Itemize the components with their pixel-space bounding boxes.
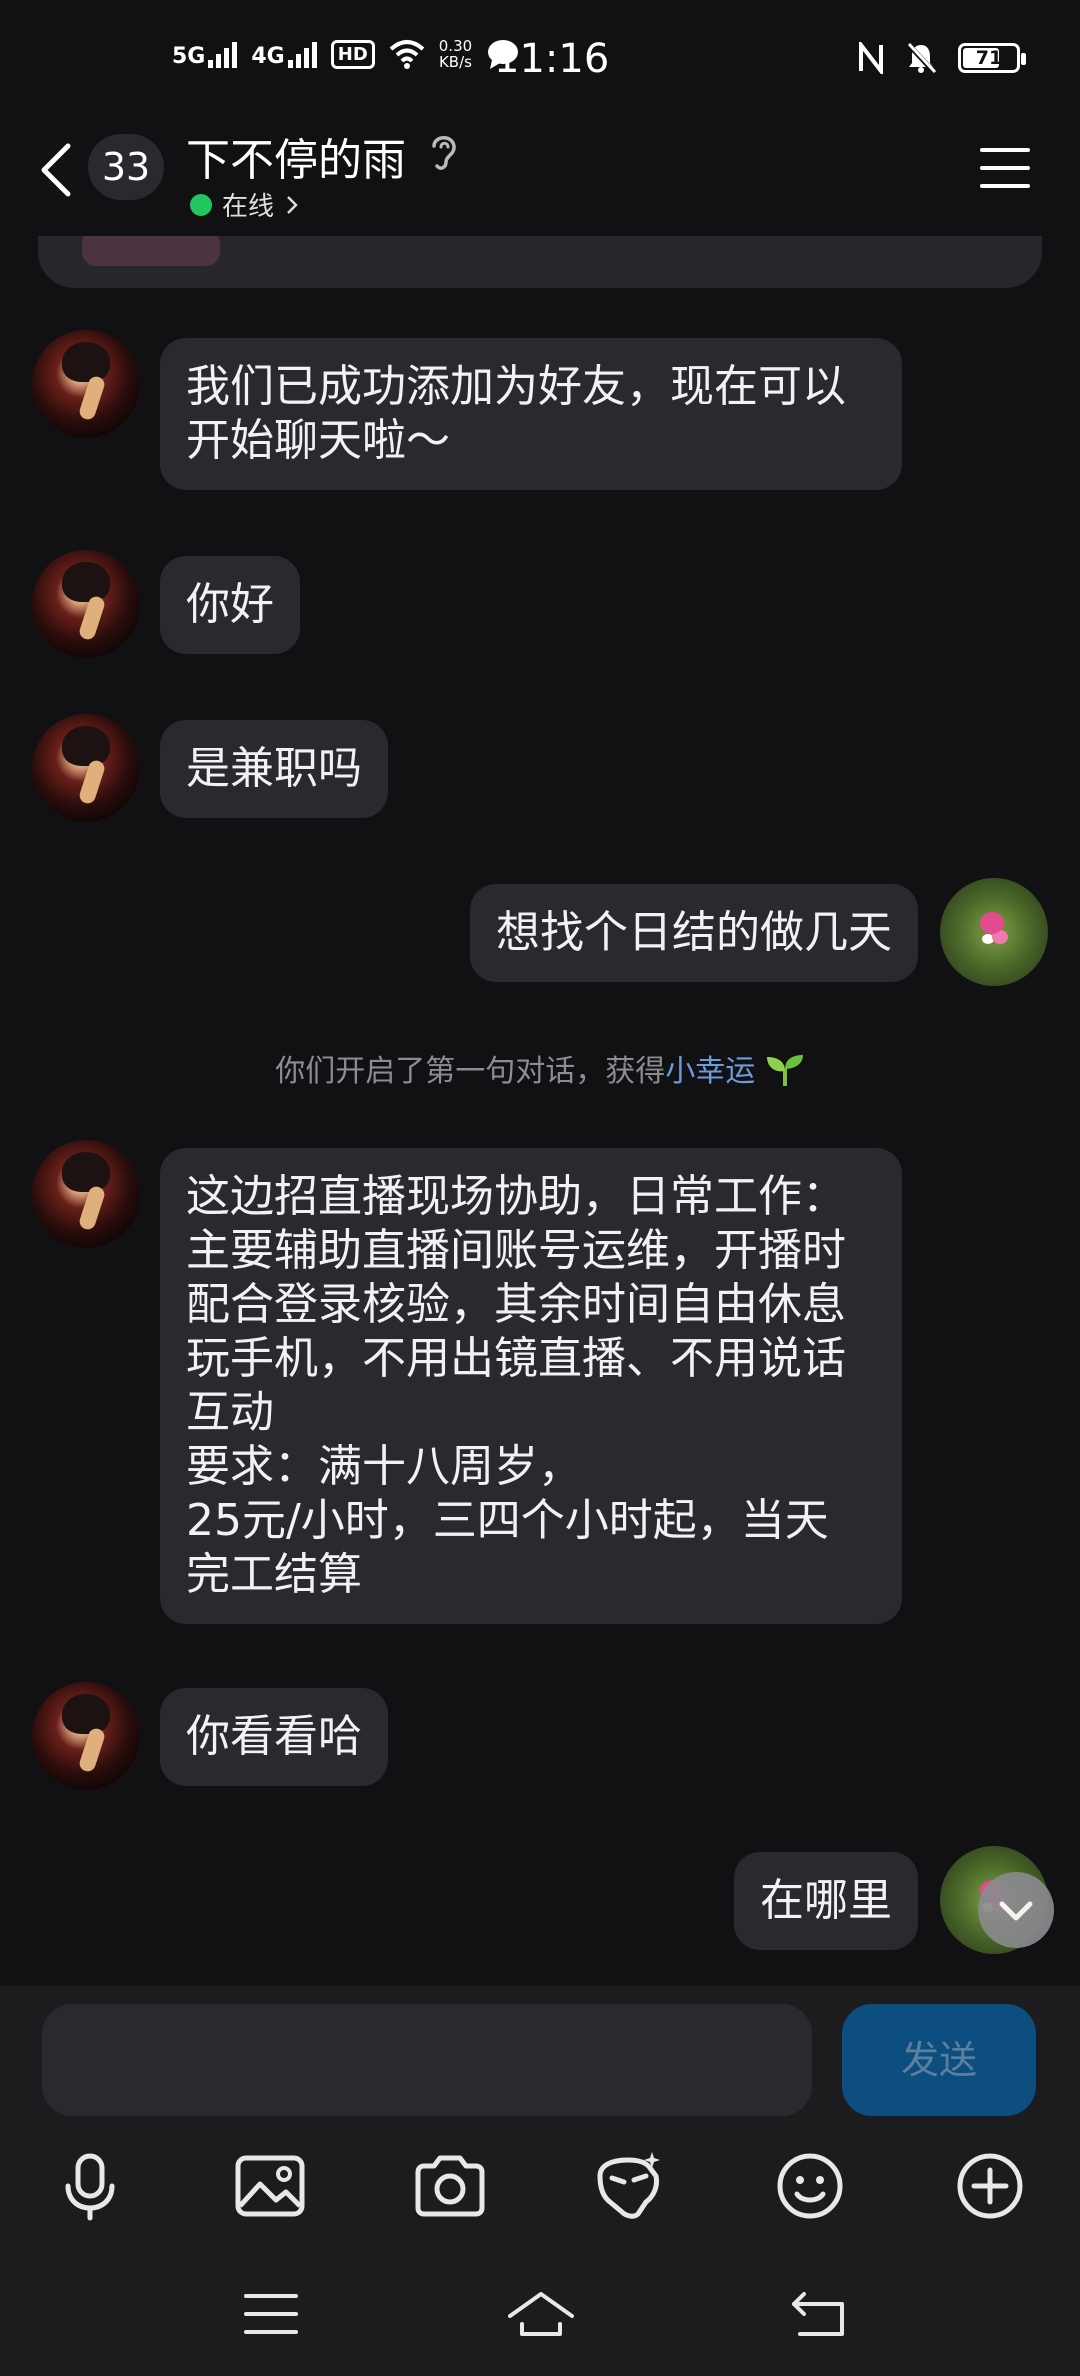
signal-bars-icon xyxy=(208,40,238,68)
plus-icon[interactable] xyxy=(950,2146,1030,2226)
my-message-bubble[interactable]: 在哪里 xyxy=(734,1852,918,1950)
message-bubble[interactable]: 你看看哈 xyxy=(160,1688,388,1786)
sticker-icon[interactable] xyxy=(588,2146,668,2226)
mute-bell-icon xyxy=(906,42,936,74)
signal-4g: 4G xyxy=(251,40,317,69)
nfc-icon xyxy=(859,42,883,74)
online-status[interactable]: 在线 xyxy=(190,186,300,223)
status-right: 71 xyxy=(858,42,1026,74)
menu-line xyxy=(980,166,1030,170)
my-avatar[interactable] xyxy=(940,878,1048,986)
speed-unit: KB/s xyxy=(438,53,472,71)
composer: 发送 xyxy=(0,1986,1080,2376)
message-bubble[interactable]: 是兼职吗 xyxy=(160,720,388,818)
online-dot-icon xyxy=(190,193,212,216)
message-input[interactable] xyxy=(42,2004,812,2116)
scroll-to-bottom-button[interactable] xyxy=(978,1872,1054,1948)
signal-4g-label: 4G xyxy=(251,44,285,69)
contact-avatar[interactable] xyxy=(32,714,140,822)
message-bubble[interactable]: 我们已成功添加为好友，现在可以 开始聊天啦～ xyxy=(160,338,902,490)
unread-count-badge[interactable]: 33 xyxy=(88,134,164,200)
menu-line xyxy=(980,184,1030,188)
contact-avatar[interactable] xyxy=(32,330,140,438)
back-button[interactable] xyxy=(36,140,76,200)
ear-icon[interactable] xyxy=(426,130,460,174)
chevron-down-icon xyxy=(999,1901,1033,1921)
message-bubble[interactable]: 这边招直播现场协助，日常工作： 主要辅助直播间账号运维，开播时 配合登录核验，其… xyxy=(160,1148,902,1624)
clock: 11:16 xyxy=(494,36,610,82)
contact-avatar[interactable] xyxy=(32,550,140,658)
signal-5g-label: 5G xyxy=(172,44,206,69)
message-bubble[interactable]: 你好 xyxy=(160,556,300,654)
network-speed: 0.30 KB/s xyxy=(439,38,472,70)
my-message-bubble[interactable]: 想找个日结的做几天 xyxy=(470,884,918,982)
contact-avatar[interactable] xyxy=(32,1682,140,1790)
microphone-icon[interactable] xyxy=(50,2146,130,2226)
status-left: 5G 4G HD 0.30 KB/s xyxy=(172,38,520,70)
online-status-label: 在线 xyxy=(222,192,275,222)
chat-header: 33 下不停的雨 在线 xyxy=(0,118,1080,236)
signal-5g: 5G xyxy=(172,40,238,69)
sprout-icon xyxy=(766,1055,803,1086)
menu-button[interactable] xyxy=(980,148,1030,192)
system-notice-text: 你们开启了第一句对话，获得 xyxy=(275,1054,666,1089)
contact-avatar[interactable] xyxy=(32,1140,140,1248)
chevron-right-icon xyxy=(287,195,298,214)
system-notice: 你们开启了第一句对话，获得小幸运 xyxy=(0,1046,1080,1090)
home-icon[interactable] xyxy=(506,2286,576,2342)
battery-percent: 71 xyxy=(975,47,1003,69)
battery-icon: 71 xyxy=(958,43,1026,73)
send-button[interactable]: 发送 xyxy=(842,2004,1036,2116)
image-icon[interactable] xyxy=(230,2146,310,2226)
menu-line xyxy=(980,148,1030,152)
emoji-icon[interactable] xyxy=(770,2146,850,2226)
recents-icon[interactable] xyxy=(236,2286,306,2342)
status-bar: 5G 4G HD 0.30 KB/s 11:16 71 xyxy=(0,0,1080,130)
hd-badge: HD xyxy=(330,39,375,69)
camera-icon[interactable] xyxy=(410,2146,490,2226)
signal-bars-icon xyxy=(287,40,317,68)
wifi-icon xyxy=(389,40,425,69)
chat-screen: 5G 4G HD 0.30 KB/s 11:16 71 33 下不停的雨 在线 … xyxy=(0,0,1080,2376)
back-icon[interactable] xyxy=(786,2286,856,2342)
contact-name[interactable]: 下不停的雨 xyxy=(186,124,406,188)
lucky-link[interactable]: 小幸运 xyxy=(665,1054,755,1089)
